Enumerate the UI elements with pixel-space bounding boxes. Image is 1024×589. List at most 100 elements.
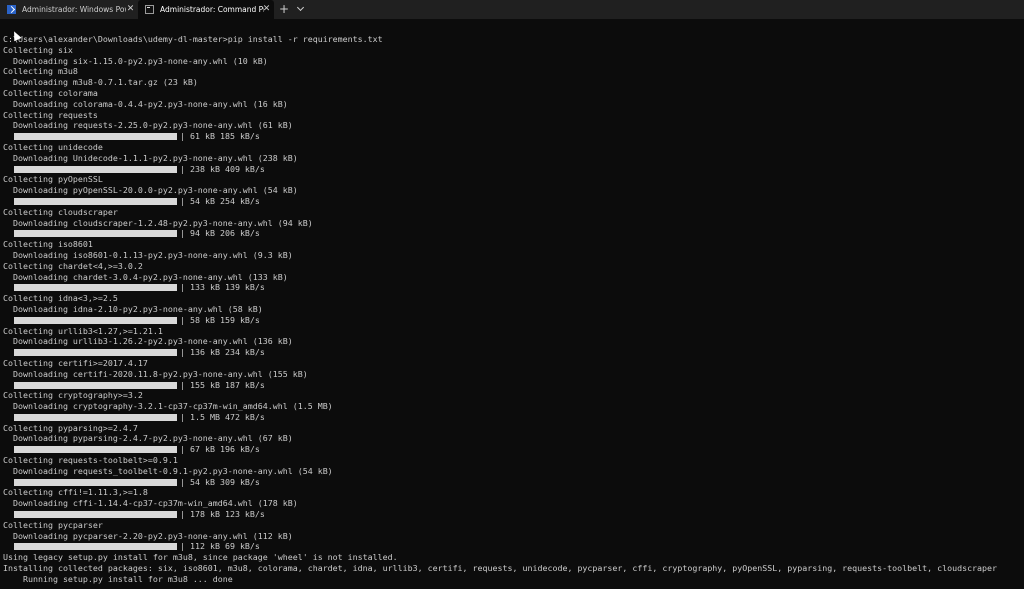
console-line: Downloading chardet-3.0.4-py2.py3-none-a…	[3, 271, 288, 282]
console-line: Downloading cloudscraper-1.2.48-py2.py3-…	[3, 217, 313, 228]
console-line: Downloading urllib3-1.26.2-py2.py3-none-…	[3, 336, 293, 347]
console-line: Downloading six-1.15.0-py2.py3-none-any.…	[3, 55, 268, 66]
tab-title: Administrador: Windows Power	[22, 5, 126, 14]
progress-info: | 58 kB 159 kB/s	[180, 314, 260, 325]
progress-line: | 54 kB 254 kB/s	[3, 196, 1024, 207]
close-icon[interactable]: ✕	[261, 4, 272, 15]
console-line: Using legacy setup.py install for m3u8, …	[3, 552, 398, 563]
progress-bar	[14, 284, 177, 292]
console-line: Collecting requests-toolbelt>=0.9.1	[3, 455, 178, 466]
progress-bar	[14, 349, 177, 357]
console-line: Collecting pyparsing>=2.4.7	[3, 422, 138, 433]
progress-info: | 133 kB 139 kB/s	[180, 282, 265, 293]
progress-indent	[3, 477, 11, 488]
progress-indent	[3, 347, 11, 358]
console-line: C:\Users\alexander\Downloads\udemy-dl-ma…	[3, 34, 383, 44]
console-line: Collecting cloudscraper	[3, 206, 118, 217]
progress-line: | 1.5 MB 472 kB/s	[3, 412, 1024, 423]
tab-command-prompt[interactable]: Administrador: Command Prom ✕	[138, 0, 274, 19]
console-line: Downloading Unidecode-1.1.1-py2.py3-none…	[3, 152, 298, 163]
progress-bar	[14, 316, 177, 324]
console-line: Collecting six	[3, 44, 73, 55]
progress-line: | 58 kB 159 kB/s	[3, 315, 1024, 326]
console-line: Collecting colorama	[3, 87, 98, 98]
console-line: Downloading m3u8-0.7.1.tar.gz (23 kB)	[3, 77, 198, 88]
console-line: Installing collected packages: six, iso8…	[3, 563, 998, 574]
console-line: Downloading idna-2.10-py2.py3-none-any.w…	[3, 303, 263, 314]
console-line: Collecting certifi>=2017.4.17	[3, 357, 148, 368]
progress-indent	[3, 412, 11, 423]
console-line: Collecting requests	[3, 109, 98, 120]
console-line: Collecting cffi!=1.11.3,>=1.8	[3, 487, 148, 498]
progress-line: | 61 kB 185 kB/s	[3, 131, 1024, 142]
progress-indent	[3, 282, 11, 293]
progress-bar	[14, 381, 177, 389]
console-line: Downloading pyOpenSSL-20.0.0-py2.py3-non…	[3, 185, 298, 196]
console-line: Downloading pyparsing-2.4.7-py2.py3-none…	[3, 433, 293, 444]
chevron-down-icon[interactable]	[296, 4, 306, 14]
console-line: Collecting cryptography>=3.2	[3, 390, 143, 401]
console-line: Collecting pycparser	[3, 519, 103, 530]
progress-bar	[14, 446, 177, 454]
tab-windows-powershell[interactable]: Administrador: Windows Power ✕	[0, 0, 138, 19]
console-line: Downloading colorama-0.4.4-py2.py3-none-…	[3, 98, 288, 109]
progress-bar	[14, 133, 177, 141]
progress-indent	[3, 509, 11, 520]
tab-bar: Administrador: Windows Power ✕ Administr…	[0, 0, 1024, 19]
progress-indent	[3, 444, 11, 455]
console-line: Downloading iso8601-0.1.13-py2.py3-none-…	[3, 249, 293, 260]
progress-indent	[3, 164, 11, 175]
close-icon[interactable]: ✕	[125, 4, 136, 15]
new-tab-button[interactable]: +	[278, 2, 290, 16]
console-line: Collecting idna<3,>=2.5	[3, 293, 118, 304]
console-line: Downloading pycparser-2.20-py2.py3-none-…	[3, 530, 293, 541]
powershell-icon	[7, 5, 16, 14]
progress-bar	[14, 165, 177, 173]
progress-info: | 1.5 MB 472 kB/s	[180, 411, 265, 422]
progress-info: | 67 kB 196 kB/s	[180, 444, 260, 455]
terminal-output[interactable]: C:\Users\alexander\Downloads\udemy-dl-ma…	[3, 34, 1024, 589]
console-line: Downloading requests-2.25.0-py2.py3-none…	[3, 120, 293, 131]
progress-bar	[14, 478, 177, 486]
command-prompt-icon	[145, 5, 154, 14]
progress-line: | 155 kB 187 kB/s	[3, 380, 1024, 391]
progress-info: | 54 kB 309 kB/s	[180, 476, 260, 487]
console-line: Collecting iso8601	[3, 239, 93, 250]
progress-info: | 136 kB 234 kB/s	[180, 347, 265, 358]
progress-indent	[3, 380, 11, 391]
progress-bar	[14, 543, 177, 551]
progress-indent	[3, 131, 11, 142]
console-line: Downloading cffi-1.14.4-cp37-cp37m-win_a…	[3, 498, 298, 509]
progress-info: | 178 kB 123 kB/s	[180, 509, 265, 520]
progress-bar	[14, 197, 177, 205]
progress-line: | 238 kB 409 kB/s	[3, 164, 1024, 175]
console-line: Downloading requests_toolbelt-0.9.1-py2.…	[3, 465, 333, 476]
progress-line: | 94 kB 206 kB/s	[3, 228, 1024, 239]
progress-line: | 178 kB 123 kB/s	[3, 509, 1024, 520]
console-line: Downloading certifi-2020.11.8-py2.py3-no…	[3, 368, 308, 379]
progress-bar	[14, 413, 177, 421]
progress-line: | 54 kB 309 kB/s	[3, 477, 1024, 488]
progress-info: | 61 kB 185 kB/s	[180, 131, 260, 142]
progress-indent	[3, 541, 11, 552]
console-line: Downloading cryptography-3.2.1-cp37-cp37…	[3, 401, 333, 412]
console-line: Collecting unidecode	[3, 141, 103, 152]
progress-info: | 238 kB 409 kB/s	[180, 163, 265, 174]
progress-line: | 136 kB 234 kB/s	[3, 347, 1024, 358]
progress-info: | 155 kB 187 kB/s	[180, 379, 265, 390]
progress-info: | 54 kB 254 kB/s	[180, 195, 260, 206]
console-line: Collecting chardet<4,>=3.0.2	[3, 260, 143, 271]
progress-line: | 112 kB 69 kB/s	[3, 541, 1024, 552]
progress-line: | 133 kB 139 kB/s	[3, 282, 1024, 293]
console-line: Collecting pyOpenSSL	[3, 174, 103, 185]
progress-indent	[3, 315, 11, 326]
tab-title: Administrador: Command Prom	[160, 5, 264, 14]
progress-indent	[3, 228, 11, 239]
progress-bar	[14, 230, 177, 238]
console-line: Collecting urllib3<1.27,>=1.21.1	[3, 325, 163, 336]
progress-line: | 67 kB 196 kB/s	[3, 444, 1024, 455]
progress-info: | 94 kB 206 kB/s	[180, 228, 260, 239]
console-line: Collecting m3u8	[3, 66, 78, 77]
console-line: Running setup.py install for m3u8 ... do…	[3, 573, 233, 584]
progress-indent	[3, 196, 11, 207]
